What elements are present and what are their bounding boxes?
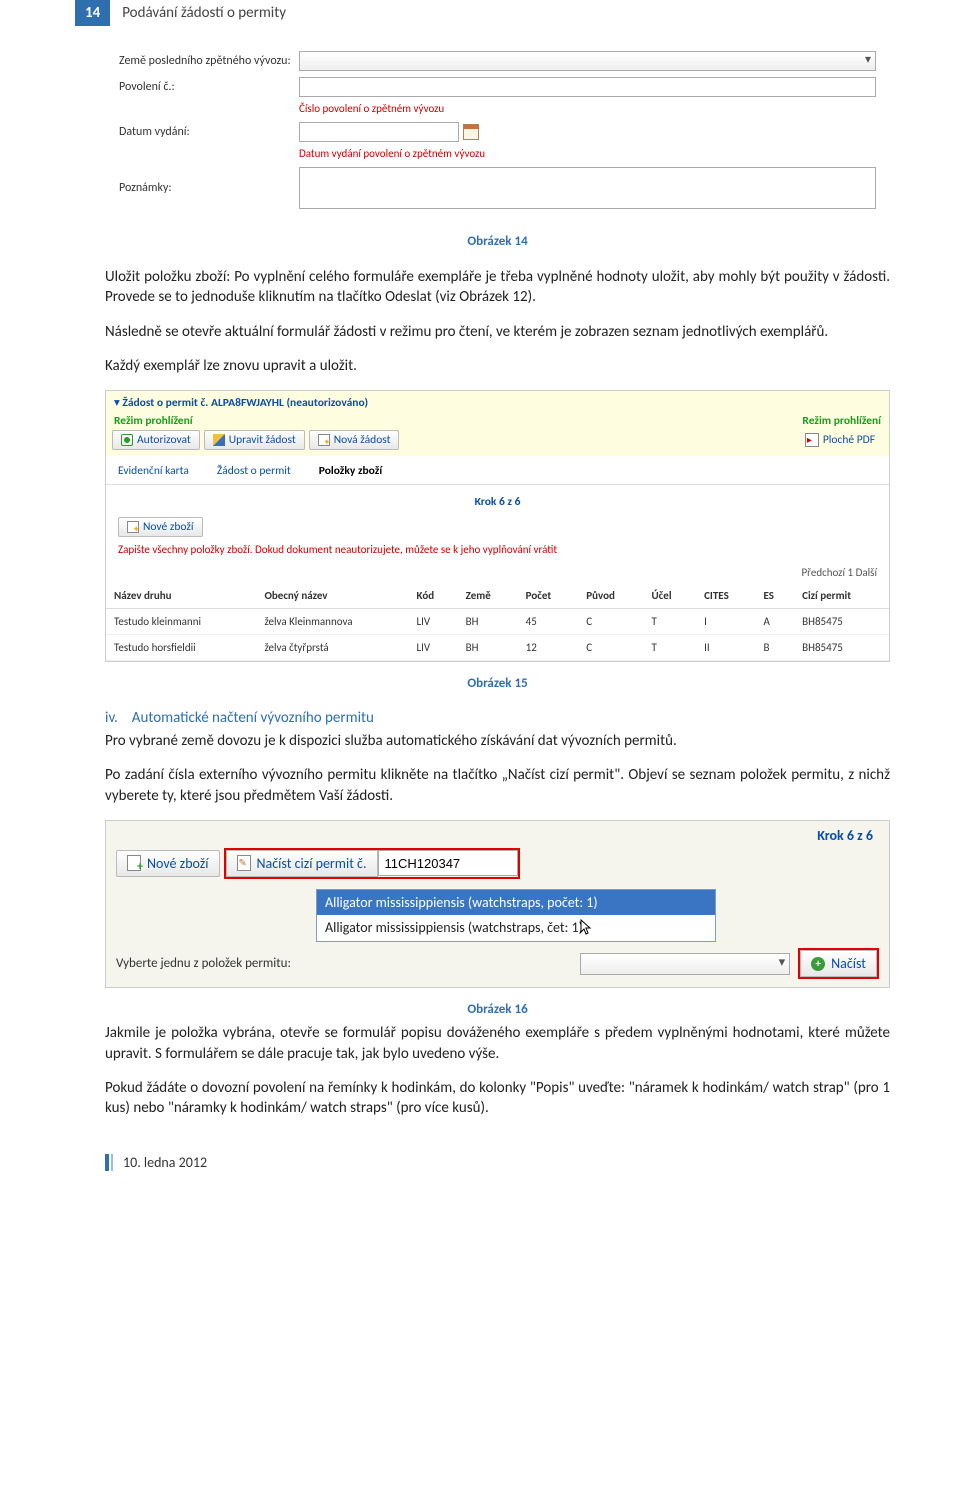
- col-count: Počet: [518, 583, 579, 609]
- col-species: Název druhu: [106, 583, 256, 609]
- caption-fig14: Obrázek 14: [105, 234, 890, 249]
- new-doc-icon: [127, 855, 141, 871]
- paragraph-3: Každý exemplář lze znovu upravit a uloži…: [105, 356, 890, 376]
- hint-issue-date: Datum vydání povolení o zpětném vývozu: [299, 147, 876, 160]
- goods-note: Zapište všechny položky zboží. Dokud dok…: [106, 543, 889, 562]
- goods-table: Název druhu Obecný název Kód Země Počet …: [106, 583, 889, 661]
- select-item-label: Vyberte jednu z položek permitu:: [116, 956, 291, 971]
- paragraph-4: Pro vybrané země dovozu je k dispozici s…: [105, 731, 890, 751]
- request-title: ▾ Žádost o permit č. ALPA8FWJAYHL (neaut…: [114, 395, 368, 410]
- step-indicator: Krok 6 z 6: [106, 821, 889, 848]
- load-button[interactable]: +Načíst: [800, 950, 877, 977]
- new-request-button[interactable]: Nová žádost: [309, 430, 400, 450]
- section-heading-iv: iv.Automatické načtení vývozního permitu: [105, 709, 890, 727]
- label-issue-date: Datum vydání:: [119, 125, 299, 139]
- label-country: Země posledního zpětného vývozu:: [119, 54, 299, 68]
- page-header: 14 Podávání žádostí o permity: [75, 0, 890, 26]
- new-goods-button[interactable]: Nové zboží: [116, 850, 220, 877]
- pdf-icon: [805, 433, 819, 447]
- paragraph-6: Jakmile je položka vybrána, otevře se fo…: [105, 1023, 890, 1064]
- edit-request-button[interactable]: Upravit žádost: [204, 430, 305, 450]
- input-permit-no[interactable]: [299, 77, 876, 97]
- edit-icon: [213, 434, 225, 446]
- mode-right: Režim prohlížení: [802, 414, 881, 428]
- authorize-button[interactable]: Autorizovat: [112, 430, 200, 450]
- tabs: Evidenční karta Žádost o permit Položky …: [106, 456, 889, 485]
- import-icon: [237, 855, 251, 871]
- load-foreign-permit-button[interactable]: Načíst cizí permit č.: [226, 850, 378, 877]
- new-goods-button[interactable]: Nové zboží: [118, 517, 203, 537]
- input-issue-date[interactable]: [299, 122, 459, 142]
- step-indicator: Krok 6 z 6: [106, 485, 889, 515]
- permit-item-select[interactable]: [580, 953, 790, 975]
- col-code: Kód: [408, 583, 457, 609]
- figure-form-reexport: Země posledního zpětného vývozu: Povolen…: [105, 40, 890, 220]
- paragraph-1: Uložit položku zboží: Po vyplnění celého…: [105, 267, 890, 308]
- table-row[interactable]: Testudo horsfieldiiželva čtyřprstáLIVBH1…: [106, 635, 889, 661]
- page-title: Podávání žádostí o permity: [110, 0, 298, 26]
- label-permit-no: Povolení č.:: [119, 80, 299, 94]
- paragraph-5: Po zadání čísla externího vývozního perm…: [105, 765, 890, 806]
- check-icon: [121, 434, 133, 446]
- permit-number-input[interactable]: [378, 850, 518, 876]
- tab-permit-request[interactable]: Žádost o permit: [217, 464, 291, 484]
- col-country: Země: [458, 583, 518, 609]
- col-es: ES: [756, 583, 795, 609]
- permit-items-dropdown[interactable]: Alligator mississippiensis (watchstraps,…: [316, 889, 716, 943]
- col-common: Obecný název: [256, 583, 408, 609]
- col-foreign-permit: Cizí permit: [794, 583, 889, 609]
- flat-pdf-button[interactable]: Ploché PDF: [797, 430, 883, 450]
- footer-date: 10. ledna 2012: [111, 1154, 890, 1171]
- page-number: 14: [75, 0, 110, 26]
- paragraph-7: Pokud žádáte o dovozní povolení na řemín…: [105, 1078, 890, 1119]
- select-country[interactable]: [299, 51, 876, 71]
- label-notes: Poznámky:: [119, 181, 299, 195]
- figure-load-permit: Krok 6 z 6 Nové zboží Načíst cizí permit…: [105, 820, 890, 989]
- textarea-notes[interactable]: [299, 167, 876, 209]
- plus-circle-icon: +: [811, 957, 825, 971]
- dropdown-option[interactable]: Alligator mississippiensis (watchstraps,…: [317, 915, 715, 942]
- paragraph-2: Následně se otevře aktuální formulář žád…: [105, 322, 890, 342]
- dropdown-option[interactable]: Alligator mississippiensis (watchstraps,…: [317, 890, 715, 915]
- table-row[interactable]: Testudo kleinmanniželva KleinmannovaLIVB…: [106, 609, 889, 635]
- highlight-load-button: +Načíst: [798, 948, 879, 979]
- caption-fig16: Obrázek 16: [105, 1002, 890, 1017]
- tab-goods-items[interactable]: Položky zboží: [319, 464, 382, 484]
- page-footer: 10. ledna 2012: [105, 1154, 890, 1171]
- figure-request-list: ▾ Žádost o permit č. ALPA8FWJAYHL (neaut…: [105, 390, 890, 662]
- new-icon: [127, 521, 139, 533]
- pager[interactable]: Předchozí 1 Další: [106, 562, 889, 583]
- col-purpose: Účel: [644, 583, 697, 609]
- new-icon: [318, 434, 330, 446]
- col-origin: Původ: [578, 583, 643, 609]
- highlight-load-permit: Načíst cizí permit č.: [224, 848, 520, 879]
- hint-permit-no: Číslo povolení o zpětném vývozu: [299, 102, 876, 115]
- tab-evidence-card[interactable]: Evidenční karta: [118, 464, 189, 484]
- calendar-icon[interactable]: [463, 124, 479, 140]
- cursor-icon: [580, 919, 594, 937]
- caption-fig15: Obrázek 15: [105, 676, 890, 691]
- mode-left: Režim prohlížení: [114, 414, 193, 428]
- col-cites: CITES: [696, 583, 755, 609]
